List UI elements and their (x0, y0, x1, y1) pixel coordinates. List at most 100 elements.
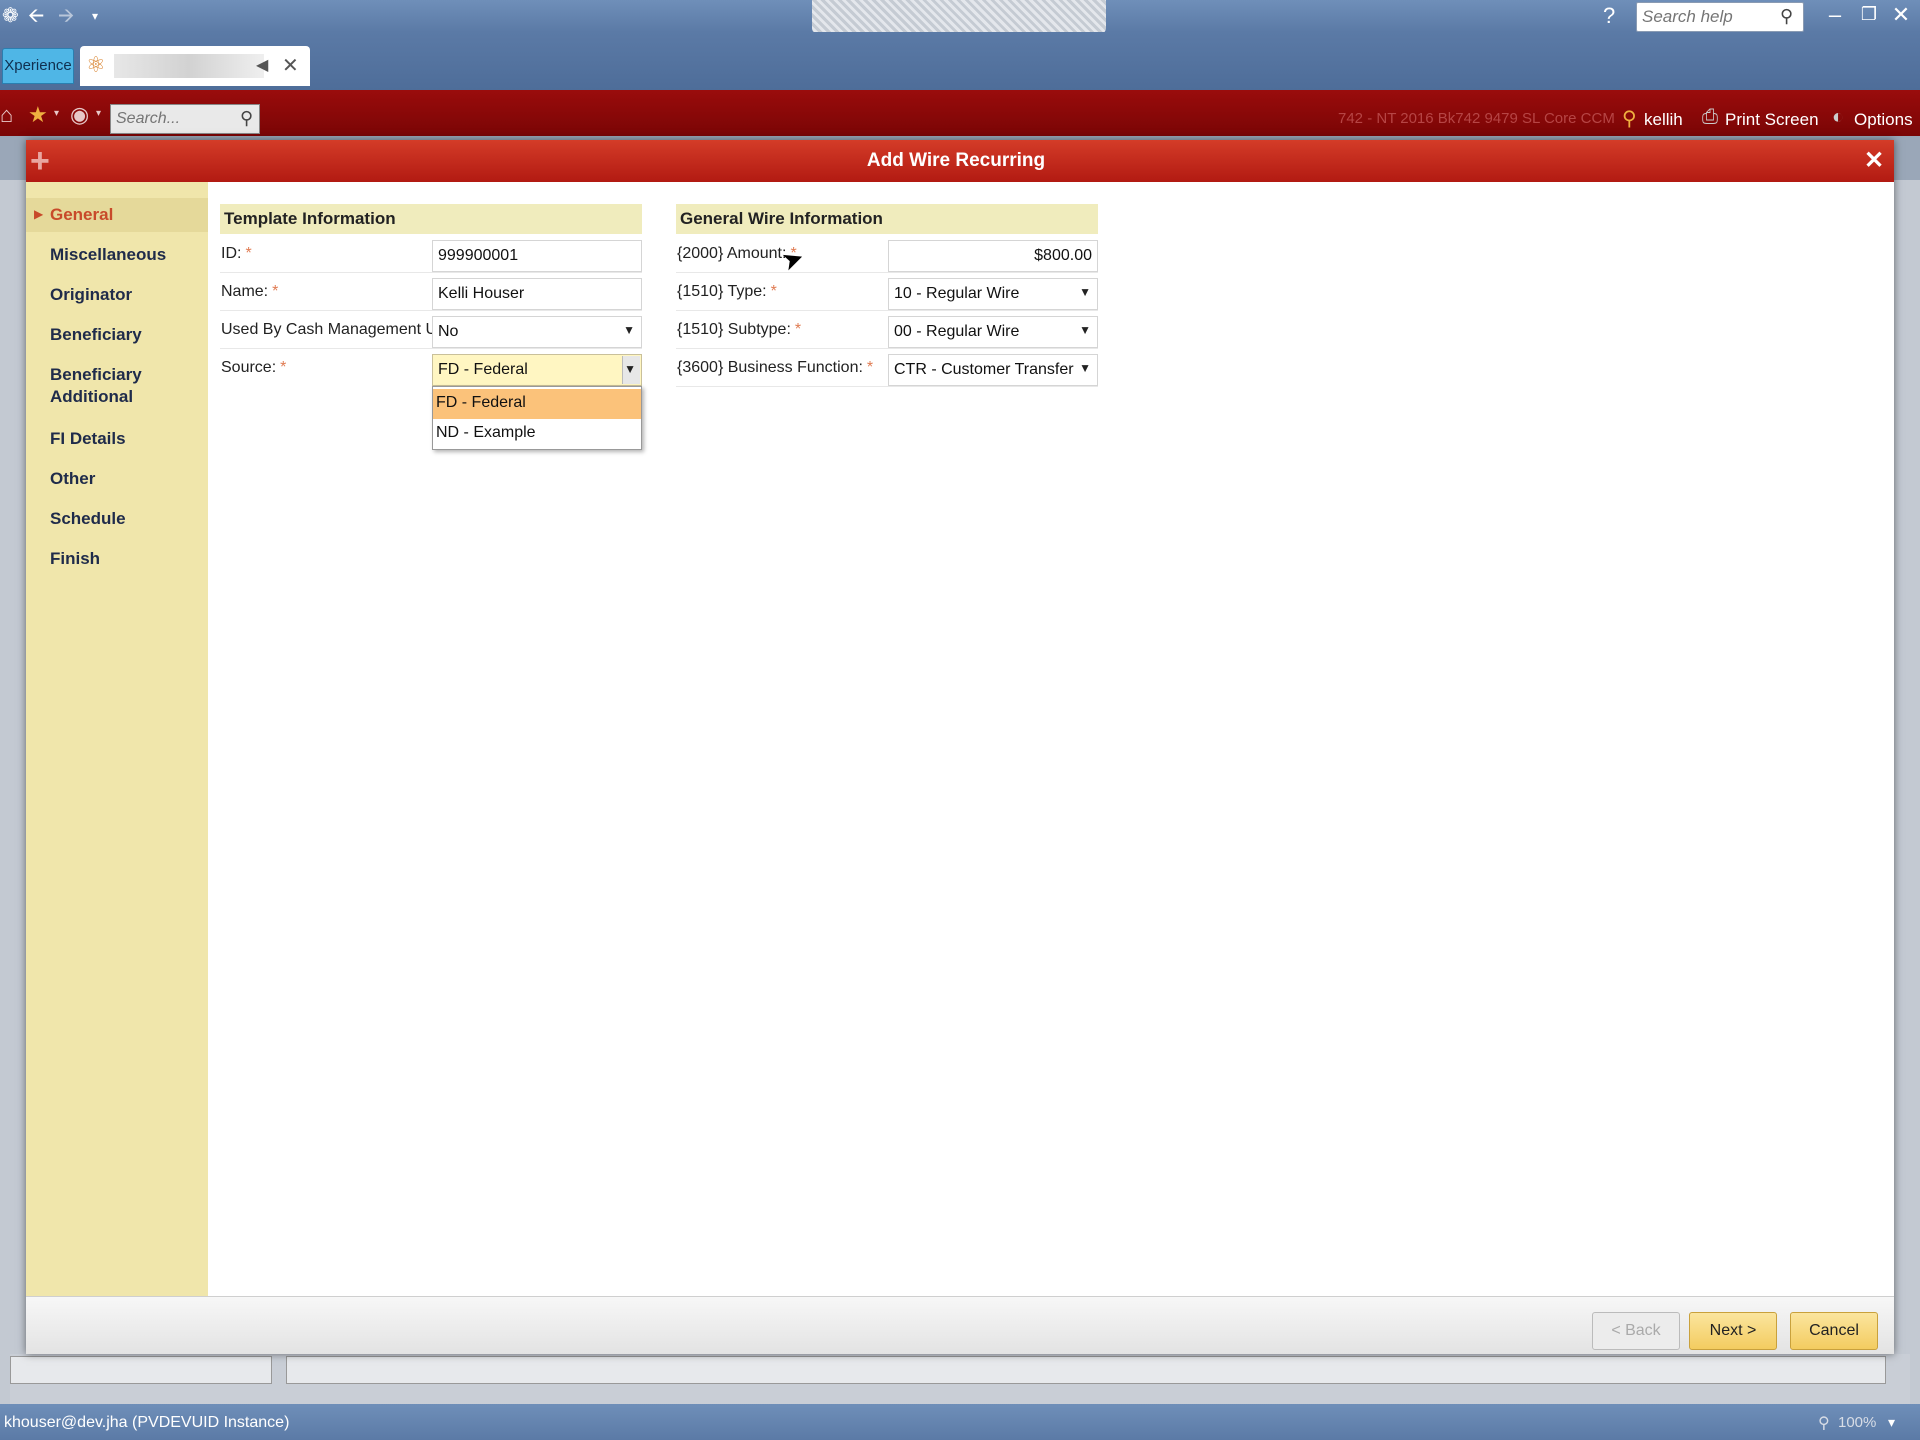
printer-icon: ⎙ (1702, 106, 1718, 128)
step-originator[interactable]: Originator (50, 284, 132, 306)
forward-arrow-icon[interactable]: 🡪 (58, 4, 74, 28)
required-marker: * (280, 359, 287, 376)
type-label-text: {1510} Type: (677, 283, 767, 300)
step-beneficiary-additional[interactable]: Beneficiary Additional (50, 364, 150, 408)
background-tab (286, 1356, 1886, 1384)
help-icon[interactable]: ? (1603, 3, 1615, 29)
dropdown-arrow-icon[interactable]: ▼ (623, 323, 635, 337)
source-label-text: Source: (221, 359, 277, 376)
source-option-fd[interactable]: FD - Federal (433, 389, 641, 419)
tab-back-icon[interactable]: ◀ (256, 55, 268, 75)
name-label-text: Name: (221, 283, 269, 300)
id-field[interactable]: 999900001 (432, 240, 642, 272)
dropdown-arrow-icon[interactable]: ▼ (1079, 285, 1091, 299)
favorites-caret-icon[interactable]: ▾ (54, 108, 59, 119)
source-select[interactable]: FD - Federal ▼ (432, 354, 642, 386)
row-divider (220, 348, 642, 349)
source-option-nd[interactable]: ND - Example (433, 419, 641, 449)
dialog-title: Add Wire Recurring (866, 150, 1046, 171)
search-icon[interactable]: ⚲ (240, 108, 253, 129)
zoom-icon[interactable]: ⚲ (1818, 1413, 1830, 1433)
back-arrow-icon[interactable]: 🡨 (28, 4, 44, 28)
subtype-select[interactable]: 00 - Regular Wire ▼ (888, 316, 1098, 348)
business-function-value: CTR - Customer Transfer (894, 361, 1074, 378)
restore-icon[interactable]: ❐ (1854, 4, 1884, 25)
subtype-label: {1510} Subtype: * (677, 321, 801, 339)
dropdown-arrow-icon: ▼ (624, 362, 636, 376)
dropdown-arrow-icon[interactable]: ▼ (1079, 323, 1091, 337)
subtype-label-text: {1510} Subtype: (677, 321, 791, 338)
amount-field[interactable]: $800.00 (888, 240, 1098, 272)
business-function-label: {3600} Business Function: * (677, 359, 873, 377)
dialog-close-icon[interactable]: ✕ (1864, 146, 1884, 175)
title-pattern-strip (812, 0, 1106, 34)
step-finish[interactable]: Finish (50, 548, 100, 570)
step-miscellaneous[interactable]: Miscellaneous (50, 244, 166, 266)
background-panel-right (1894, 180, 1920, 1410)
row-divider (676, 386, 1098, 387)
business-function-label-text: {3600} Business Function: (677, 359, 863, 376)
history-icon[interactable]: ◉ (70, 102, 89, 128)
step-fi-details[interactable]: FI Details (50, 428, 126, 450)
close-window-icon[interactable]: ✕ (1886, 2, 1916, 28)
required-marker: * (770, 283, 777, 300)
step-beneficiary[interactable]: Beneficiary (50, 324, 142, 346)
type-value: 10 - Regular Wire (894, 285, 1020, 302)
next-button[interactable]: Next > (1689, 1312, 1777, 1350)
source-dropdown-menu: FD - Federal ND - Example (432, 386, 642, 450)
source-value: FD - Federal (438, 361, 528, 378)
tab-xperience[interactable]: Xperience (2, 48, 74, 84)
required-marker: * (794, 321, 802, 338)
subtype-value: 00 - Regular Wire (894, 323, 1020, 340)
tab-title-redacted (114, 54, 264, 78)
cash-management-user-value: No (438, 323, 459, 340)
template-information-header: Template Information (220, 204, 642, 234)
back-button[interactable]: < Back (1592, 1312, 1680, 1350)
row-divider (676, 310, 1098, 311)
dropdown-caret-icon[interactable]: ▾ (92, 4, 98, 28)
dialog-footer: < Back Next > Cancel (26, 1296, 1894, 1354)
history-caret-icon[interactable]: ▾ (96, 108, 101, 119)
row-divider (676, 348, 1098, 349)
toolbar-search-input[interactable] (110, 104, 260, 134)
background-panel-left (0, 180, 26, 1410)
id-label: ID: * (221, 245, 252, 263)
required-marker: * (866, 359, 874, 376)
type-select[interactable]: 10 - Regular Wire ▼ (888, 278, 1098, 310)
print-screen-button[interactable]: Print Screen (1725, 110, 1819, 130)
required-marker: * (272, 283, 279, 300)
name-field[interactable]: Kelli Houser (432, 278, 642, 310)
user-key-icon: ⚲ (1622, 108, 1637, 130)
cash-management-user-select[interactable]: No ▼ (432, 316, 642, 348)
row-divider (220, 310, 642, 311)
status-instance-text: khouser@dev.jha (PVDEVUID Instance) (4, 1414, 290, 1431)
source-dropdown-button[interactable]: ▼ (622, 356, 640, 384)
app-logo-icon: ❁ (2, 5, 19, 27)
options-menu[interactable]: Options (1854, 110, 1913, 130)
step-general[interactable]: General (50, 204, 113, 226)
type-label: {1510} Type: * (677, 283, 777, 301)
business-function-select[interactable]: CTR - Customer Transfer ▼ (888, 354, 1098, 386)
zoom-level[interactable]: 100% (1838, 1414, 1876, 1431)
name-label: Name: * (221, 283, 278, 301)
step-other[interactable]: Other (50, 468, 95, 490)
tab-close-icon[interactable]: ✕ (282, 53, 299, 78)
cash-management-user-label: Used By Cash Management User: (221, 321, 464, 338)
tab-document[interactable]: ⚛ ◀ ✕ (80, 46, 310, 86)
amount-label-text: {2000} Amount: (677, 245, 787, 262)
background-tab (10, 1356, 272, 1384)
help-search-input[interactable] (1636, 2, 1804, 32)
home-icon[interactable]: ⌂ (0, 102, 13, 128)
id-label-text: ID: (221, 245, 242, 262)
cancel-button[interactable]: Cancel (1790, 1312, 1878, 1350)
active-step-arrow-icon: ▶ (34, 207, 44, 221)
wizard-step-nav: ▶ General Miscellaneous Originator Benef… (26, 182, 208, 1296)
dropdown-arrow-icon[interactable]: ▼ (1079, 361, 1091, 375)
step-schedule[interactable]: Schedule (50, 508, 126, 530)
favorites-star-icon[interactable]: ★ (28, 102, 48, 128)
minimize-icon[interactable]: – (1820, 2, 1850, 28)
tab-bar: Xperience ⚛ ◀ ✕ (0, 32, 1920, 90)
search-icon[interactable]: ⚲ (1780, 6, 1793, 27)
user-menu[interactable]: kellih (1644, 110, 1683, 130)
zoom-caret-icon[interactable]: ▾ (1888, 1414, 1895, 1431)
